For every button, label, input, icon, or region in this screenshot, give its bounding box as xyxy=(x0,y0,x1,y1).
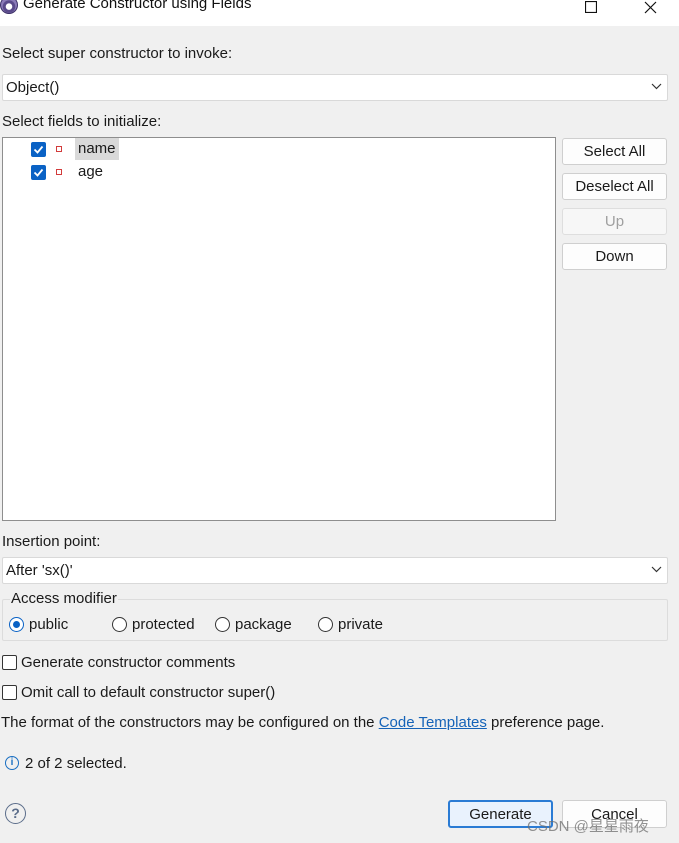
super-constructor-select[interactable]: Object() xyxy=(2,74,668,101)
fields-label: Select fields to initialize: xyxy=(2,113,162,130)
status-text: 2 of 2 selected. xyxy=(25,755,127,772)
radio-label-private: private xyxy=(338,616,384,633)
format-note-prefix: The format of the constructors may be co… xyxy=(1,714,379,731)
checkmark-icon xyxy=(33,145,44,154)
info-icon: i xyxy=(5,756,19,770)
omit-super-label: Omit call to default constructor super() xyxy=(21,684,276,701)
field-icon xyxy=(56,169,62,175)
radio-label-package: package xyxy=(235,616,292,633)
insertion-point-select[interactable]: After 'sx()' xyxy=(2,557,668,584)
chevron-down-icon xyxy=(651,566,662,573)
deselect-all-button[interactable]: Deselect All xyxy=(562,173,667,200)
format-note-suffix: preference page. xyxy=(486,714,605,731)
close-button[interactable] xyxy=(630,0,670,20)
title-bar: Generate Constructor using Fields xyxy=(0,0,679,26)
window-title: Generate Constructor using Fields xyxy=(23,0,252,12)
select-all-button[interactable]: Select All xyxy=(562,138,667,165)
radio-public[interactable] xyxy=(9,617,24,632)
super-constructor-value: Object() xyxy=(6,79,60,96)
omit-super-checkbox[interactable] xyxy=(2,685,17,700)
chevron-down-icon xyxy=(651,83,662,90)
code-templates-link[interactable]: Code Templates xyxy=(379,714,487,731)
field-checkbox-age[interactable] xyxy=(31,165,46,180)
radio-label-protected: protected xyxy=(132,616,195,633)
field-checkbox-name[interactable] xyxy=(31,142,46,157)
super-constructor-label: Select super constructor to invoke: xyxy=(2,45,233,62)
fields-list[interactable]: name age xyxy=(2,137,556,521)
field-icon xyxy=(56,146,62,152)
watermark: CSDN @星星雨夜 xyxy=(527,818,649,835)
field-label-name: name xyxy=(75,138,119,160)
radio-protected[interactable] xyxy=(112,617,127,632)
radio-package[interactable] xyxy=(215,617,230,632)
insertion-point-label: Insertion point: xyxy=(2,533,101,550)
checkmark-icon xyxy=(33,168,44,177)
generate-comments-label: Generate constructor comments xyxy=(21,654,236,671)
maximize-button[interactable] xyxy=(571,0,611,20)
format-note: The format of the constructors may be co… xyxy=(1,714,604,731)
list-item-name[interactable]: name xyxy=(3,138,203,160)
field-label-age: age xyxy=(78,163,104,180)
radio-private[interactable] xyxy=(318,617,333,632)
radio-label-public: public xyxy=(29,616,69,633)
help-icon[interactable]: ? xyxy=(5,803,26,824)
close-icon xyxy=(644,1,656,13)
up-button[interactable]: Up xyxy=(562,208,667,235)
insertion-point-value: After 'sx()' xyxy=(6,562,73,579)
eclipse-icon xyxy=(0,0,18,14)
maximize-icon xyxy=(585,1,597,13)
access-modifier-title: Access modifier xyxy=(10,590,118,607)
down-button[interactable]: Down xyxy=(562,243,667,270)
generate-comments-checkbox[interactable] xyxy=(2,655,17,670)
list-item-age[interactable]: age xyxy=(3,161,203,183)
